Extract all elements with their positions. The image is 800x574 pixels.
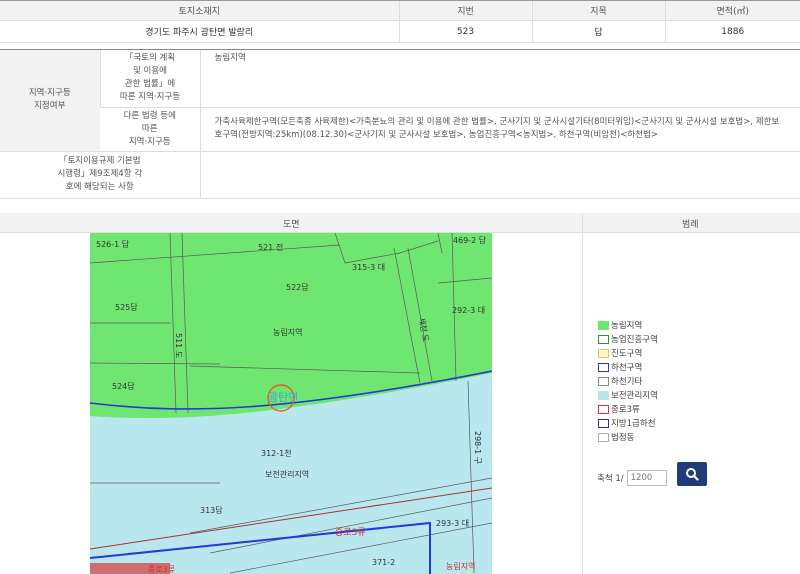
legend-item: 법정동 [598,430,658,444]
legend-item: 진도구역 [598,346,658,360]
scale-input[interactable] [626,470,667,486]
label-521: 521 전 [258,242,283,252]
scale-control: 축척 1/ [597,470,667,486]
map-section-header: 도면 범례 [0,213,800,233]
regulation-value [199,151,800,199]
label-522: 522답 [286,282,309,292]
legend-swatch [598,362,609,372]
other-law-value: 가축사육제한구역(모든축종 사육제한)<가축분뇨의 관리 및 이용에 관한 법률… [199,107,800,152]
legend-swatch [598,334,609,344]
legend-list: 농림지역농업진흥구역진도구역하천구역하천기타보전관리지역중로3류지방1급하천법정… [598,318,658,444]
label-312-1: 312-1천 [261,448,292,458]
header-lot: 지번 [398,0,532,21]
scale-label: 축척 1/ [597,474,624,484]
legend-swatch [598,418,609,428]
label-road3: 중로3류 [335,527,366,538]
label-524: 524답 [112,381,135,391]
legend-label: 법정동 [611,433,635,443]
legend-swatch [598,390,609,400]
legend-item: 중로3류 [598,402,658,416]
value-location: 경기도 파주시 광탄면 발랑리 [0,20,399,43]
zoning-table: 지역·지구등 지정여부 「국토의 계획 및 이용에 관한 법률」에 따른 지역·… [0,50,800,199]
label-conservation: 보전관리지역 [265,469,309,479]
label-bottom-left: 중로3류 [148,565,175,574]
legend-item: 하천구역 [598,360,658,374]
land-map[interactable]: 526-1 답 521 전 469-2 답 315-3 대 525답 511 도… [90,233,492,574]
legend-label: 중로3류 [611,405,640,415]
legend-title: 범례 [682,220,699,230]
legend-swatch [598,320,609,330]
header-area: 면적(㎡) [664,0,800,21]
legend-swatch [598,404,609,414]
legend-label: 농림지역 [611,321,643,331]
legend-label: 보전관리지역 [611,391,658,401]
label-gwangtan: 광탄면 [268,391,298,404]
header-location: 토지소재지 [0,0,399,21]
national-law-label: 「국토의 계획 및 이용에 관한 법률」에 따른 지역·지구등 [99,50,200,108]
section-divider [582,213,583,574]
zoning-main-label: 지역·지구등 지정여부 [0,50,100,152]
legend-label: 하천기타 [611,377,643,387]
regulation-label: 「토지이용규제 기본법 시행령」제9조제4항 각 호에 해당되는 사항 [0,151,200,199]
legend-label: 지방1급하천 [611,419,656,429]
legend-item: 하천기타 [598,374,658,388]
value-lot: 523 [398,20,532,43]
legend-label: 하천구역 [611,363,643,373]
legend-item: 지방1급하천 [598,416,658,430]
label-511: 511 도 [174,333,183,358]
legend-label: 농업진흥구역 [611,335,658,345]
legend-swatch [598,376,609,386]
label-313: 313답 [200,505,223,515]
legend-swatch [598,348,609,358]
label-526-1: 526-1 답 [96,239,130,249]
label-bottom-right: 농림지역 [446,561,475,571]
legend-item: 농림지역 [598,318,658,332]
map-title: 도면 [283,220,300,230]
label-farm-zone: 농림지역 [273,327,302,337]
other-law-label: 다른 법령 등에 따른 지역·지구등 [100,107,200,152]
legend-item: 보전관리지역 [598,388,658,402]
land-info-table: 토지소재지 지번 지목 면적(㎡) 경기도 파주시 광탄면 발랑리 523 답 … [0,0,800,43]
legend-label: 진도구역 [611,349,643,359]
legend-item: 농업진흥구역 [598,332,658,346]
label-298-1: 298-1 구 [473,431,482,464]
header-category: 지목 [531,0,665,21]
value-category: 답 [531,20,665,43]
search-icon [686,468,699,481]
label-292-3: 292-3 대 [452,306,485,315]
value-area: 1886 [664,20,800,43]
search-button[interactable] [677,462,707,486]
national-law-value: 농림지역 [199,50,800,108]
label-525: 525답 [115,302,138,312]
label-293-3: 293-3 대 [436,519,469,528]
label-469-2: 469-2 답 [453,235,487,245]
label-371-2: 371-2 [372,558,395,567]
label-315-3: 315-3 대 [352,263,385,272]
legend-swatch [598,432,609,442]
